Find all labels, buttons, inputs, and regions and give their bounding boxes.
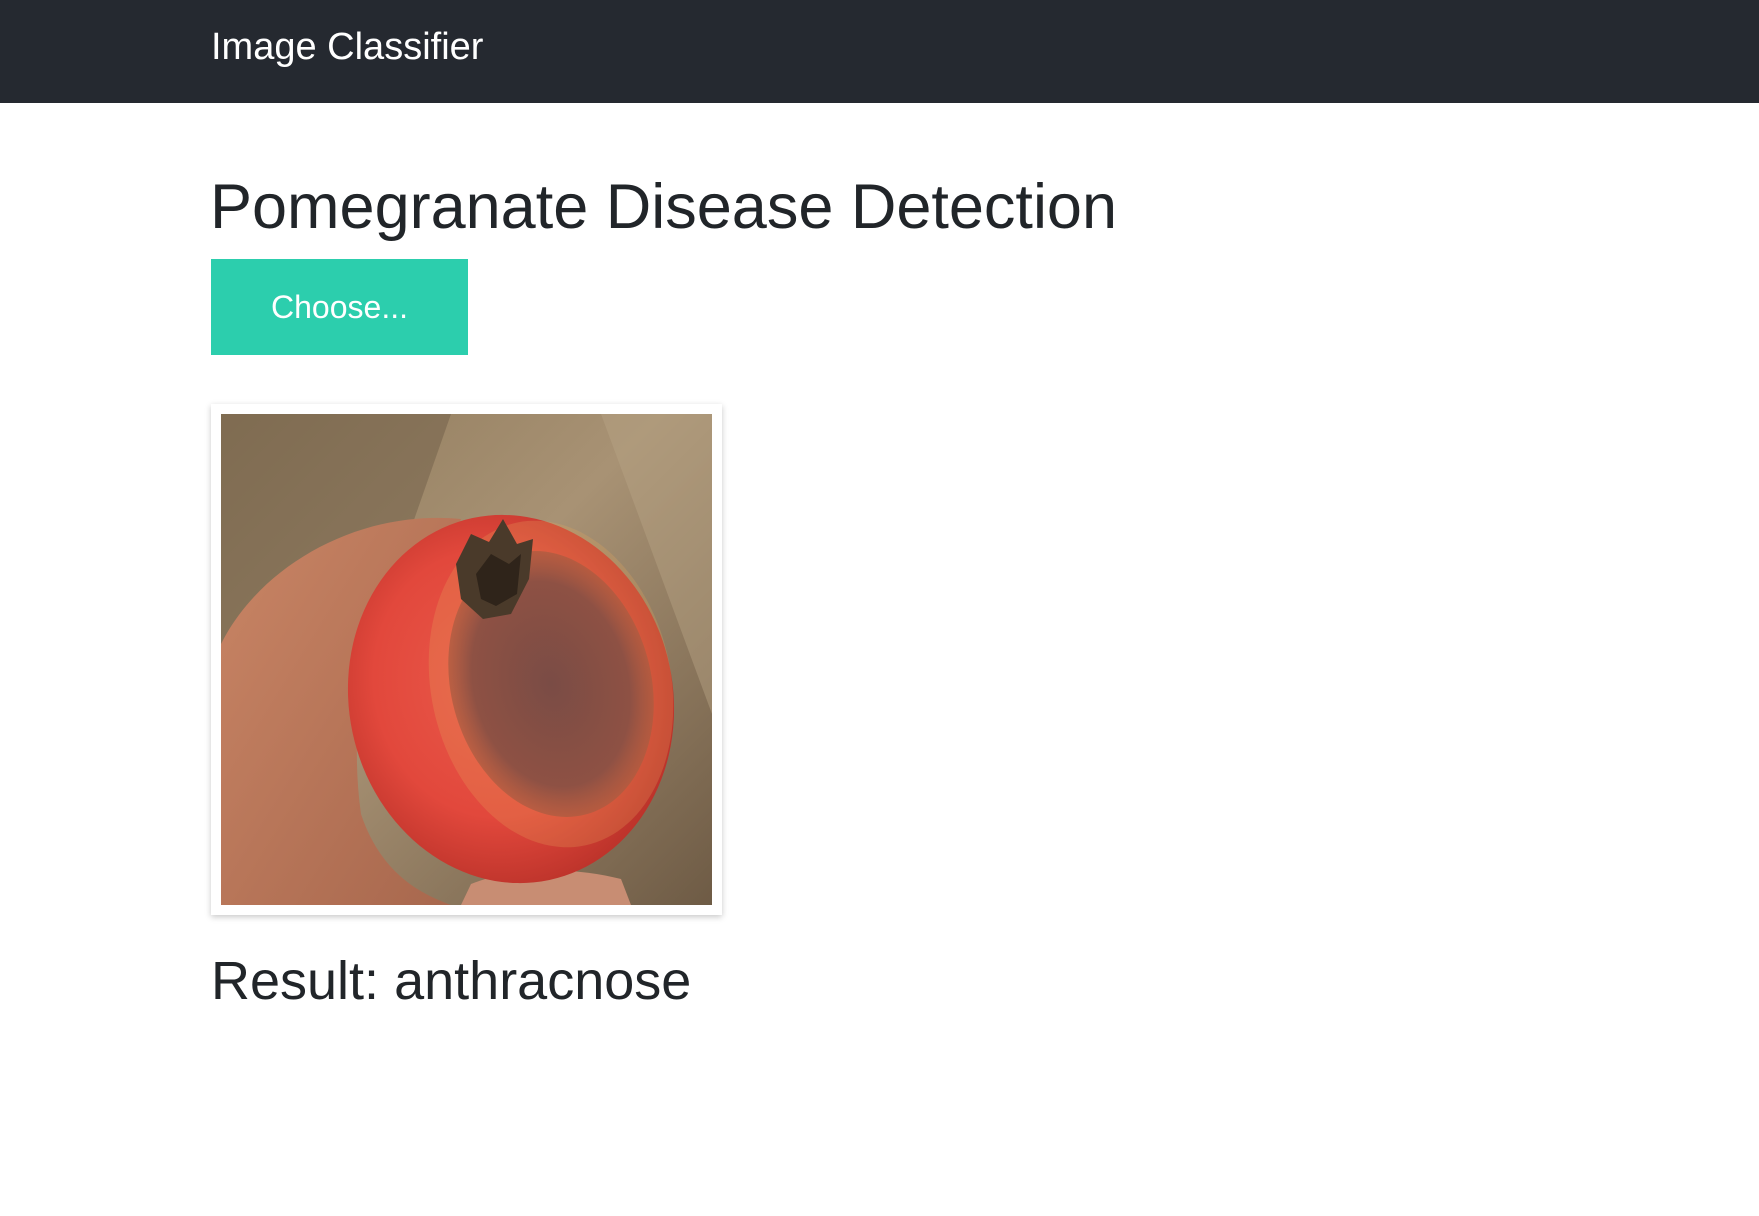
- choose-file-button[interactable]: Choose...: [211, 259, 468, 355]
- uploaded-image-preview: [221, 414, 712, 905]
- page-title: Pomegranate Disease Detection: [210, 172, 1118, 242]
- result-text: Result: anthracnose: [211, 945, 691, 1017]
- result-label: Result:: [211, 951, 380, 1011]
- result-value: anthracnose: [394, 951, 692, 1011]
- preview-image-frame: [211, 404, 722, 915]
- top-navbar: Image Classifier: [0, 0, 1759, 103]
- navbar-brand[interactable]: Image Classifier: [211, 20, 483, 74]
